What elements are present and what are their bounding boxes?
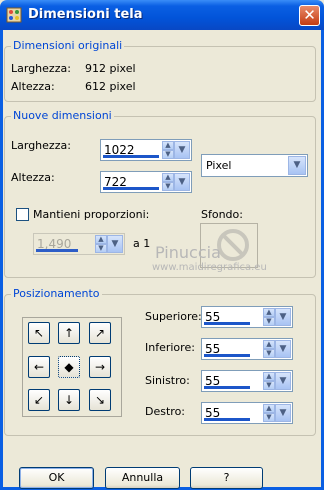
right-offset-dropdown[interactable]: ▼	[275, 404, 291, 422]
bottom-offset-field[interactable]: 55 ▲ ▼ ▼	[201, 338, 293, 360]
bottom-offset-dropdown[interactable]: ▼	[275, 340, 291, 358]
keep-ratio-label: Mantieni proporzioni:	[33, 208, 150, 221]
units-select[interactable]: Pixel ▼	[201, 154, 308, 177]
spin-down-icon: ▼	[162, 150, 174, 159]
anchor-bottom-left-button[interactable]: ↙	[28, 389, 50, 411]
spin-down-icon: ▼	[162, 182, 174, 191]
new-dimensions-legend: Nuove dimensioni	[11, 109, 114, 122]
top-offset-spinner[interactable]: ▲ ▼	[263, 308, 275, 326]
spin-down-icon: ▼	[263, 317, 275, 326]
chevron-down-icon: ▼	[111, 239, 119, 249]
spin-down-icon: ▼	[95, 244, 107, 253]
center-dot-icon: ◆	[64, 360, 74, 374]
spin-down-icon: ▼	[263, 349, 275, 358]
new-width-dropdown[interactable]: ▼	[174, 141, 190, 159]
anchor-center-button[interactable]: ◆	[58, 356, 80, 378]
left-offset-spinner[interactable]: ▲ ▼	[263, 372, 275, 390]
original-height-label: Altezza:	[11, 80, 55, 93]
spin-up-icon: ▲	[263, 308, 275, 317]
original-height-value: 612 pixel	[85, 80, 136, 93]
original-dimensions-legend: Dimensioni originali	[11, 39, 125, 52]
watermark-site: www.maidiregrafica.eu	[152, 262, 267, 273]
arrow-up-right-icon: ↗	[94, 326, 106, 340]
new-height-field[interactable]: 722 ▲ ▼ ▼	[100, 171, 192, 193]
window-title: Dimensioni tela	[28, 7, 143, 22]
ratio-suffix: a 1	[133, 237, 151, 250]
chevron-down-icon: ▼	[279, 344, 287, 354]
close-icon: ✕	[303, 6, 316, 24]
arrow-up-icon: ↑	[63, 326, 75, 340]
left-offset-label: Sinistro:	[145, 374, 190, 387]
spin-down-icon: ▼	[263, 413, 275, 422]
ratio-spinner: ▲ ▼	[95, 235, 107, 253]
spin-up-icon: ▲	[162, 141, 174, 150]
anchor-bottom-button[interactable]: ↓	[58, 389, 80, 411]
watermark-name: Pinuccia	[155, 243, 221, 262]
anchor-top-left-button[interactable]: ↖	[28, 322, 50, 344]
new-height-spinner[interactable]: ▲ ▼	[162, 173, 174, 191]
original-width-label: Larghezza:	[11, 62, 71, 75]
units-value: Pixel	[206, 159, 232, 172]
arrow-down-icon: ↓	[63, 393, 75, 407]
ratio-slider	[36, 249, 78, 252]
new-width-label: Larghezza:	[11, 139, 71, 152]
arrow-down-right-icon: ↘	[94, 393, 106, 407]
top-offset-slider[interactable]	[204, 322, 250, 325]
units-dropdown-button[interactable]: ▼	[288, 156, 306, 175]
new-width-field[interactable]: 1022 ▲ ▼ ▼	[100, 139, 192, 161]
help-button[interactable]: ?	[190, 467, 263, 489]
ratio-field: 1,490 ▲ ▼ ▼	[33, 233, 125, 255]
title-bar[interactable]: Dimensioni tela ✕	[0, 0, 324, 30]
ratio-dropdown: ▼	[107, 235, 123, 253]
spin-up-icon: ▲	[263, 372, 275, 381]
left-offset-dropdown[interactable]: ▼	[275, 372, 291, 390]
arrow-left-icon: ←	[33, 360, 45, 374]
right-offset-spinner[interactable]: ▲ ▼	[263, 404, 275, 422]
keep-ratio-checkbox[interactable]	[16, 208, 29, 221]
top-offset-label: Superiore:	[145, 310, 202, 323]
right-offset-label: Destro:	[145, 405, 185, 418]
right-offset-slider[interactable]	[204, 418, 250, 421]
ok-button[interactable]: OK	[19, 467, 94, 489]
spin-down-icon: ▼	[263, 381, 275, 390]
left-offset-slider[interactable]	[204, 386, 250, 389]
arrow-up-left-icon: ↖	[33, 326, 45, 340]
cancel-button[interactable]: Annulla	[105, 467, 180, 489]
top-offset-dropdown[interactable]: ▼	[275, 308, 291, 326]
chevron-down-icon: ▼	[178, 177, 186, 187]
original-width-value: 912 pixel	[85, 62, 136, 75]
new-height-slider[interactable]	[103, 187, 159, 190]
spin-up-icon: ▲	[162, 173, 174, 182]
new-height-dropdown[interactable]: ▼	[174, 173, 190, 191]
anchor-left-button[interactable]: ←	[28, 356, 50, 378]
background-label: Sfondo:	[201, 208, 243, 221]
close-button[interactable]: ✕	[299, 5, 320, 26]
arrow-down-left-icon: ↙	[33, 393, 45, 407]
anchor-right-button[interactable]: →	[89, 356, 111, 378]
spin-up-icon: ▲	[263, 404, 275, 413]
chevron-down-icon: ▼	[279, 376, 287, 386]
bottom-offset-slider[interactable]	[204, 354, 250, 357]
arrow-right-icon: →	[94, 360, 106, 374]
anchor-top-right-button[interactable]: ↗	[89, 322, 111, 344]
anchor-top-button[interactable]: ↑	[58, 322, 80, 344]
chevron-down-icon: ▼	[293, 160, 301, 170]
chevron-down-icon: ▼	[279, 408, 287, 418]
right-offset-field[interactable]: 55 ▲ ▼ ▼	[201, 402, 293, 424]
left-offset-field[interactable]: 55 ▲ ▼ ▼	[201, 370, 293, 392]
spin-up-icon: ▲	[263, 340, 275, 349]
chevron-down-icon: ▼	[279, 312, 287, 322]
app-icon	[6, 7, 22, 23]
bottom-offset-spinner[interactable]: ▲ ▼	[263, 340, 275, 358]
new-width-slider[interactable]	[103, 155, 159, 158]
top-offset-field[interactable]: 55 ▲ ▼ ▼	[201, 306, 293, 328]
chevron-down-icon: ▼	[178, 145, 186, 155]
spin-up-icon: ▲	[95, 235, 107, 244]
new-height-label: Altezza:	[11, 171, 55, 184]
anchor-bottom-right-button[interactable]: ↘	[89, 389, 111, 411]
new-width-spinner[interactable]: ▲ ▼	[162, 141, 174, 159]
bottom-offset-label: Inferiore:	[145, 341, 195, 354]
positioning-legend: Posizionamento	[11, 287, 102, 300]
